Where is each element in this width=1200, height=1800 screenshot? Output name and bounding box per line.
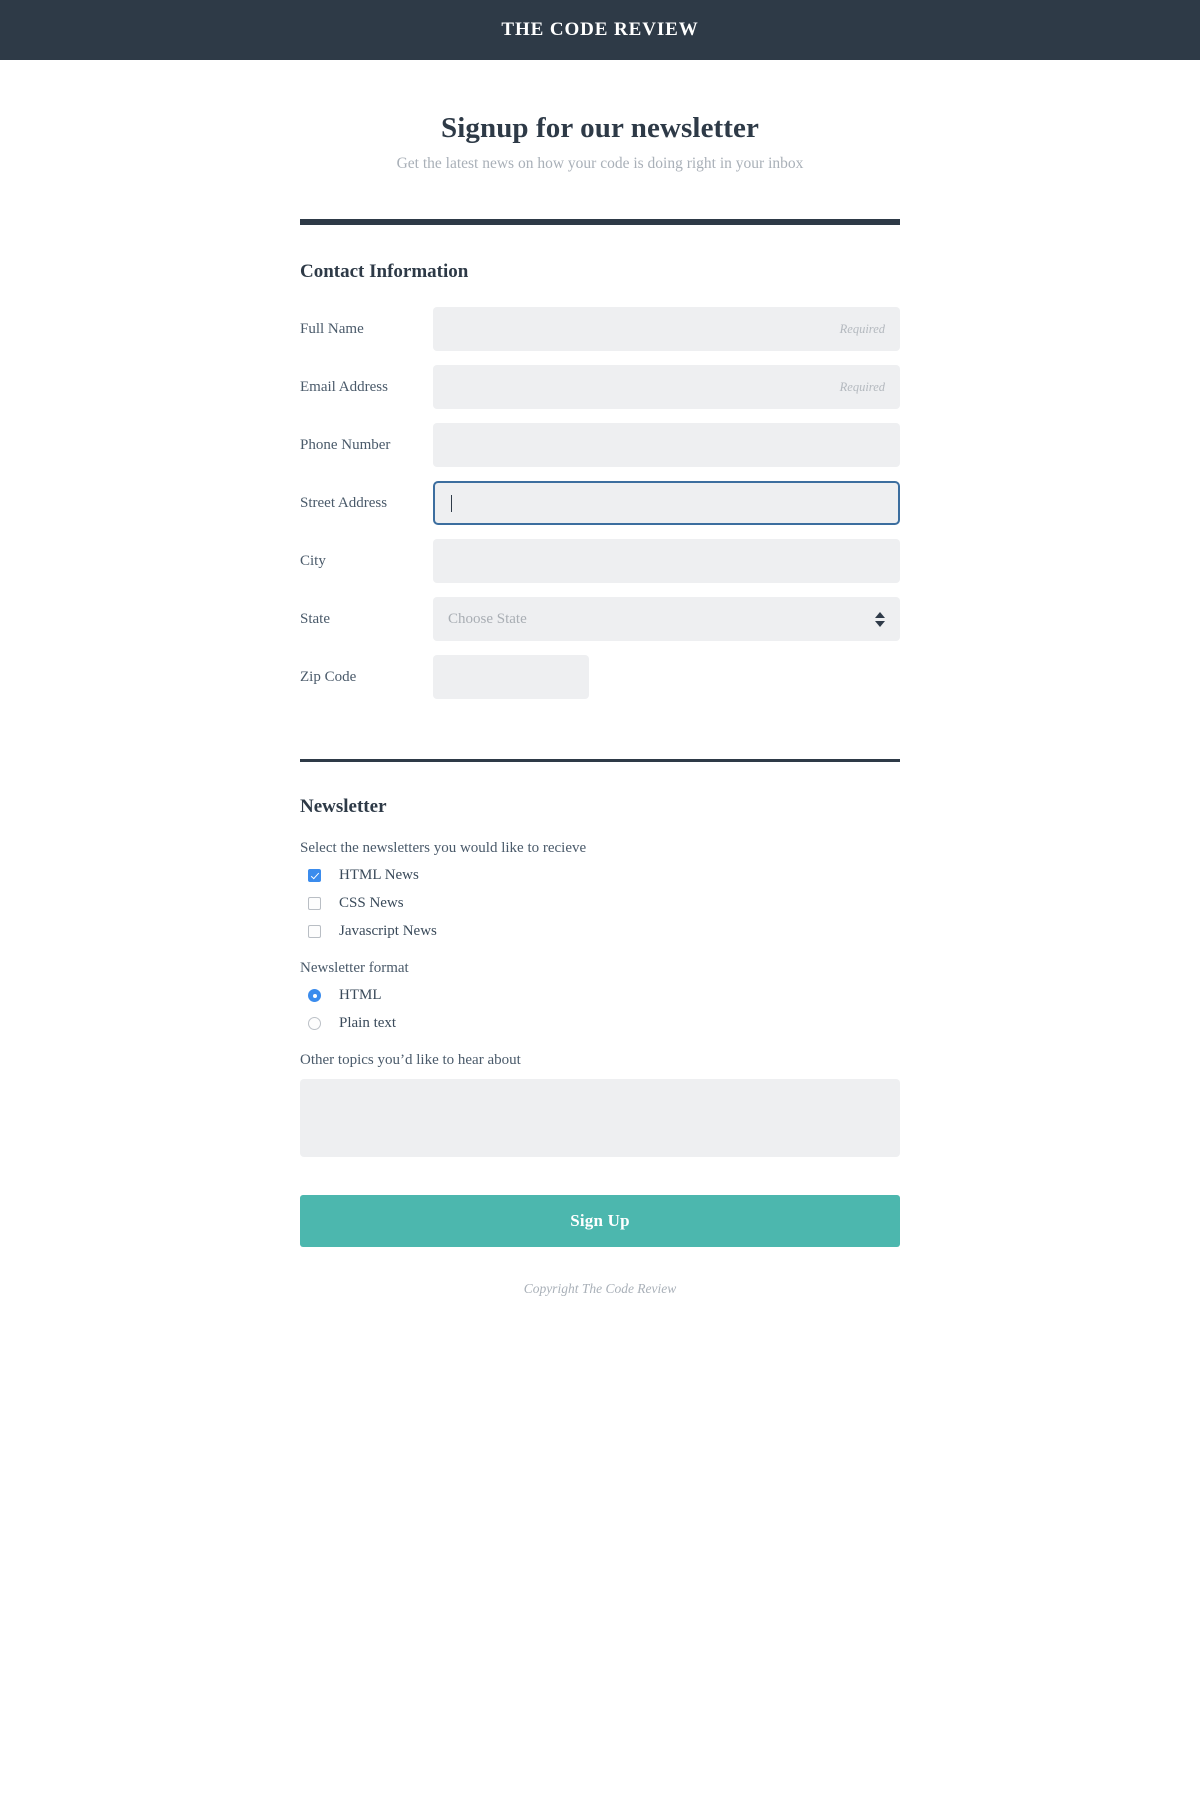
full-name-required-hint: Required bbox=[839, 321, 885, 336]
contact-section-title: Contact Information bbox=[300, 261, 469, 282]
content-container: Signup for our newsletter Get the latest… bbox=[300, 60, 900, 1297]
state-select-value: Choose State bbox=[448, 610, 527, 627]
page-title: Signup for our newsletter bbox=[440, 112, 760, 144]
newsletter-checkbox-prompt: Select the newsletters you would like to… bbox=[300, 840, 587, 856]
other-topics-textarea[interactable] bbox=[300, 1079, 900, 1157]
field-wrap-state: Choose State bbox=[433, 597, 900, 641]
checkbox-label-html-news: HTML News bbox=[339, 867, 419, 883]
checkbox-row-javascript-news[interactable]: Javascript News bbox=[300, 923, 900, 940]
newsletter-section: Newsletter Select the newsletters you wo… bbox=[300, 762, 900, 1297]
spinner-arrows-icon bbox=[875, 611, 885, 627]
site-brand: THE CODE REVIEW bbox=[501, 19, 699, 40]
label-state: State bbox=[300, 610, 330, 627]
label-full-name: Full Name bbox=[300, 320, 364, 337]
field-row-email-address: Email Address Required bbox=[300, 365, 900, 409]
full-name-input[interactable]: Required bbox=[433, 307, 900, 351]
page-body: Signup for our newsletter Get the latest… bbox=[0, 60, 1200, 1297]
contact-information-section: Contact Information Full Name Required E… bbox=[300, 225, 900, 699]
phone-number-input[interactable] bbox=[433, 423, 900, 467]
email-address-input[interactable]: Required bbox=[433, 365, 900, 409]
sign-up-button[interactable]: Sign Up bbox=[300, 1195, 900, 1247]
field-wrap-street-address bbox=[433, 481, 900, 525]
field-row-state: State Choose State bbox=[300, 597, 900, 641]
radio-label-html: HTML bbox=[339, 987, 382, 1003]
checkbox-html-news[interactable] bbox=[308, 869, 321, 882]
radio-html[interactable] bbox=[308, 989, 321, 1002]
field-row-phone-number: Phone Number bbox=[300, 423, 900, 467]
checkbox-label-javascript-news: Javascript News bbox=[339, 923, 437, 939]
site-header: THE CODE REVIEW bbox=[0, 0, 1200, 60]
other-topics-prompt: Other topics you’d like to hear about bbox=[300, 1052, 521, 1068]
page-subtitle: Get the latest news on how your code is … bbox=[396, 155, 804, 172]
field-wrap-zip-code bbox=[433, 655, 900, 699]
state-select[interactable]: Choose State bbox=[433, 597, 900, 641]
city-input[interactable] bbox=[433, 539, 900, 583]
email-address-required-hint: Required bbox=[839, 379, 885, 394]
checkbox-css-news[interactable] bbox=[308, 897, 321, 910]
checkbox-javascript-news[interactable] bbox=[308, 925, 321, 938]
label-zip-code: Zip Code bbox=[300, 668, 357, 685]
radio-row-plain-text[interactable]: Plain text bbox=[300, 1015, 900, 1032]
label-city: City bbox=[300, 552, 326, 569]
checkbox-row-css-news[interactable]: CSS News bbox=[300, 895, 900, 912]
contact-fields: Full Name Required Email Address Require… bbox=[300, 307, 900, 699]
checkbox-row-html-news[interactable]: HTML News bbox=[300, 867, 900, 884]
field-wrap-phone-number bbox=[433, 423, 900, 467]
checkbox-label-css-news: CSS News bbox=[339, 895, 404, 911]
street-address-input[interactable] bbox=[433, 481, 900, 525]
footer-copyright: Copyright The Code Review bbox=[523, 1281, 677, 1296]
field-row-zip-code: Zip Code bbox=[300, 655, 900, 699]
radio-label-plain-text: Plain text bbox=[339, 1015, 397, 1031]
field-row-city: City bbox=[300, 539, 900, 583]
newsletter-section-title: Newsletter bbox=[300, 796, 387, 817]
newsletter-format-prompt: Newsletter format bbox=[300, 960, 409, 976]
field-wrap-email-address: Required bbox=[433, 365, 900, 409]
field-wrap-city bbox=[433, 539, 900, 583]
field-row-street-address: Street Address bbox=[300, 481, 900, 525]
radio-row-html[interactable]: HTML bbox=[300, 987, 900, 1004]
radio-plain-text[interactable] bbox=[308, 1017, 321, 1030]
field-wrap-full-name: Required bbox=[433, 307, 900, 351]
label-street-address: Street Address bbox=[300, 494, 388, 511]
text-caret bbox=[451, 494, 452, 512]
field-row-full-name: Full Name Required bbox=[300, 307, 900, 351]
zip-code-input[interactable] bbox=[433, 655, 589, 699]
label-email-address: Email Address bbox=[300, 378, 388, 395]
label-phone-number: Phone Number bbox=[300, 436, 391, 453]
